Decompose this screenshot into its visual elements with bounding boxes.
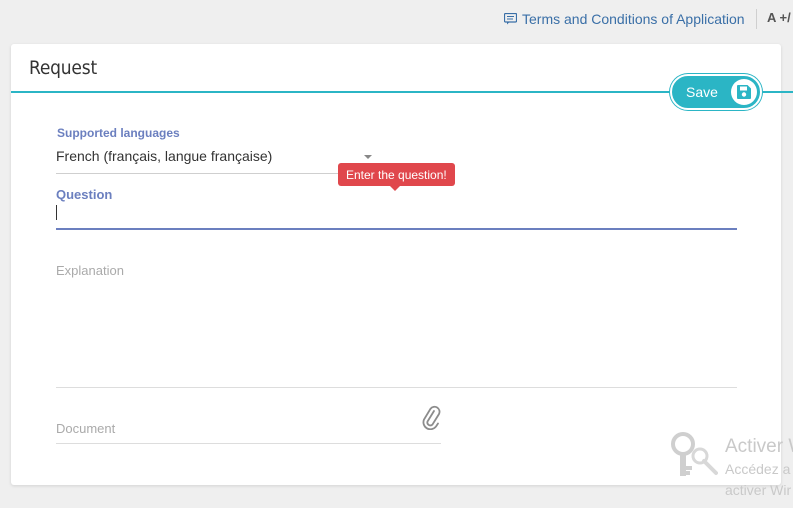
save-button[interactable]: Save: [670, 74, 762, 110]
document-placeholder: Document: [56, 421, 116, 436]
error-tooltip: Enter the question!: [338, 163, 455, 191]
text-cursor: [56, 205, 57, 220]
message-icon: [504, 13, 517, 25]
divider: [756, 9, 757, 29]
floppy-disk-icon: [731, 79, 757, 105]
page-title: Request: [29, 57, 97, 79]
question-input[interactable]: [56, 204, 737, 230]
explanation-field[interactable]: Explanation: [56, 262, 737, 388]
request-card: Request Save Supported languages French …: [11, 44, 793, 485]
save-button-label: Save: [686, 84, 718, 100]
language-label: Supported languages: [57, 126, 180, 140]
top-bar: Terms and Conditions of Application A +/: [0, 0, 793, 40]
document-field[interactable]: Document: [56, 405, 441, 444]
language-select-value: French (français, langue française): [56, 148, 273, 164]
terms-link[interactable]: Terms and Conditions of Application: [504, 10, 745, 28]
explanation-placeholder: Explanation: [56, 263, 124, 278]
font-size-control[interactable]: A +/: [767, 10, 791, 25]
language-select[interactable]: French (français, langue française): [56, 144, 376, 174]
terms-link-label: Terms and Conditions of Application: [522, 11, 745, 27]
paperclip-icon[interactable]: [421, 404, 441, 435]
question-label: Question: [56, 187, 113, 202]
chevron-down-icon: [364, 155, 372, 159]
